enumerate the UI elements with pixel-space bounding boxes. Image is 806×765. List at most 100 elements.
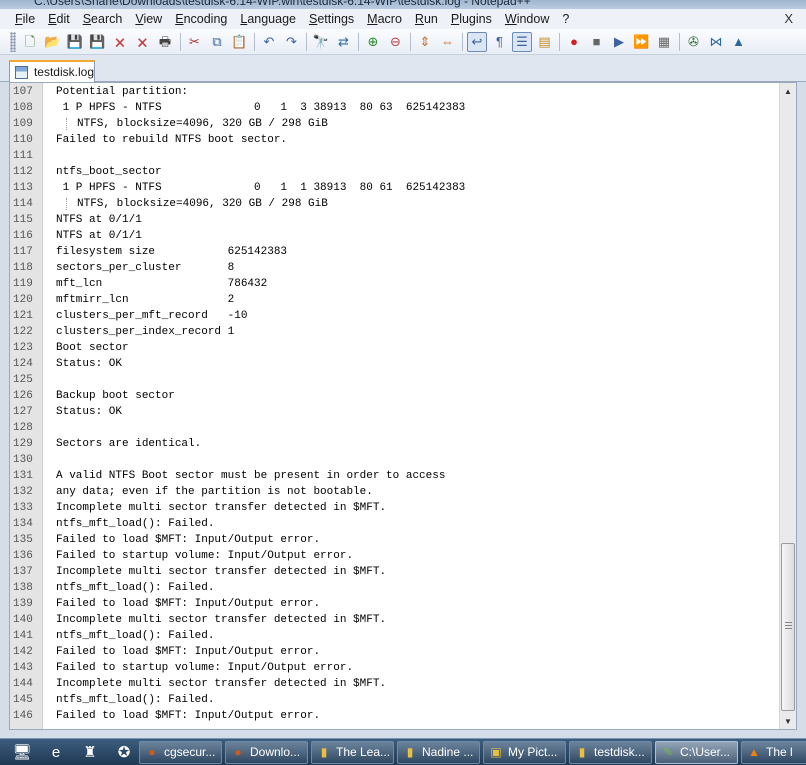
save-macro-button[interactable]: ▦ (654, 32, 674, 52)
menu-file[interactable]: File (15, 12, 35, 26)
save-button[interactable]: 💾 (65, 32, 85, 52)
editor-line[interactable]: 134 ntfs_mft_load(): Failed. (10, 516, 780, 532)
editor-line[interactable]: 120 mftmirr_lcn 2 (10, 292, 780, 308)
editor-line[interactable]: 129 Sectors are identical. (10, 436, 780, 452)
line-text[interactable]: clusters_per_mft_record -10 (43, 310, 247, 322)
editor-line[interactable]: 109 NTFS, blocksize=4096, 320 GB / 298 Gi… (10, 116, 780, 132)
menu-plugins[interactable]: Plugins (451, 12, 492, 26)
line-text[interactable]: A valid NTFS Boot sector must be present… (43, 470, 445, 482)
taskbar-button[interactable]: ● Downlo... (225, 740, 308, 764)
editor-line[interactable]: 111 (10, 148, 780, 164)
line-text[interactable]: Incomplete multi sector transfer detecte… (43, 678, 386, 690)
line-text[interactable]: Failed to startup volume: Input/Output e… (43, 662, 353, 674)
vertical-scrollbar[interactable]: ▲ ▼ (779, 83, 796, 729)
editor-line[interactable]: 115 NTFS at 0/1/1 (10, 212, 780, 228)
sync-horizontal-button[interactable]: ⇔ (438, 32, 458, 52)
replace-button[interactable]: ⇄ (334, 32, 354, 52)
editor-line[interactable]: 124 Status: OK (10, 356, 780, 372)
taskbar-button[interactable]: ✎ C:\User... (655, 740, 738, 764)
editor-line[interactable]: 114 NTFS, blocksize=4096, 320 GB / 298 Gi… (10, 196, 780, 212)
menu-help[interactable]: ? (562, 12, 569, 26)
line-text[interactable]: NTFS, blocksize=4096, 320 GB / 298 GiB (66, 198, 328, 210)
editor-line[interactable]: 131 A valid NTFS Boot sector must be pres… (10, 468, 780, 484)
sync-vertical-button[interactable]: ⇕ (415, 32, 435, 52)
editor[interactable]: 107 Potential partition: 108 1 P HPFS - NT… (9, 82, 797, 730)
editor-line[interactable]: 113 1 P HPFS - NTFS 0 1 1 38913 80 61 62… (10, 180, 780, 196)
scroll-up-arrow-icon[interactable]: ▲ (780, 83, 796, 99)
record-macro-button[interactable]: ● (564, 32, 584, 52)
line-text[interactable]: Failed to load $MFT: Input/Output error. (43, 534, 320, 546)
editor-line[interactable]: 142 Failed to load $MFT: Input/Output err… (10, 644, 780, 660)
editor-line[interactable]: 112 ntfs_boot_sector (10, 164, 780, 180)
line-text[interactable]: sectors_per_cluster 8 (43, 262, 234, 274)
undo-button[interactable]: ↶ (259, 32, 279, 52)
editor-line[interactable]: 127 Status: OK (10, 404, 780, 420)
stop-record-button[interactable]: ■ (587, 32, 607, 52)
run-multiple-button[interactable]: ⏩ (632, 32, 652, 52)
line-text[interactable]: Backup boot sector (43, 390, 175, 402)
editor-line[interactable]: 137 Incomplete multi sector transfer dete… (10, 564, 780, 580)
editor-line[interactable]: 123 Boot sector (10, 340, 780, 356)
find-button[interactable]: 🔭 (311, 32, 331, 52)
line-text[interactable]: Failed to rebuild NTFS boot sector. (43, 134, 287, 146)
close-button[interactable]: 🗙 (110, 32, 130, 52)
editor-line[interactable]: 107 Potential partition: (10, 84, 780, 100)
editor-line[interactable]: 138 ntfs_mft_load(): Failed. (10, 580, 780, 596)
editor-line[interactable]: 125 (10, 372, 780, 388)
text-area[interactable]: 107 Potential partition: 108 1 P HPFS - NT… (10, 84, 780, 724)
line-text[interactable]: NTFS at 0/1/1 (43, 214, 142, 226)
taskbar-button[interactable]: ▲ The l (741, 740, 806, 764)
line-text[interactable]: ntfs_mft_load(): Failed. (43, 630, 214, 642)
word-wrap-button[interactable]: ↩ (467, 31, 487, 52)
editor-line[interactable]: 122 clusters_per_index_record 1 (10, 324, 780, 340)
line-text[interactable]: Incomplete multi sector transfer detecte… (43, 566, 386, 578)
taskbar-button[interactable]: ▮ The Lea... (311, 740, 394, 764)
line-text[interactable]: Status: OK (43, 406, 122, 418)
line-text[interactable]: ntfs_mft_load(): Failed. (43, 518, 214, 530)
menu-view[interactable]: View (135, 12, 162, 26)
editor-line[interactable]: 140 Incomplete multi sector transfer dete… (10, 612, 780, 628)
editor-line[interactable]: 145 ntfs_mft_load(): Failed. (10, 692, 780, 708)
toolbar-grip[interactable] (10, 31, 16, 52)
line-text[interactable]: Status: OK (43, 358, 122, 370)
line-text[interactable]: ntfs_mft_load(): Failed. (43, 582, 214, 594)
menu-search[interactable]: Search (83, 12, 123, 26)
show-desktop-icon[interactable]: 🖥 (10, 741, 34, 763)
menu-run[interactable]: Run (415, 12, 438, 26)
menu-language[interactable]: Language (240, 12, 296, 26)
editor-line[interactable]: 118 sectors_per_cluster 8 (10, 260, 780, 276)
editor-line[interactable]: 139 Failed to load $MFT: Input/Output err… (10, 596, 780, 612)
line-text[interactable]: ntfs_mft_load(): Failed. (43, 694, 214, 706)
menu-settings[interactable]: Settings (309, 12, 354, 26)
menu-window[interactable]: Window (505, 12, 549, 26)
editor-line[interactable]: 135 Failed to load $MFT: Input/Output err… (10, 532, 780, 548)
indent-guide-button[interactable]: ☰ (512, 31, 532, 52)
plugin-3-button[interactable]: ▲ (729, 32, 749, 52)
line-text[interactable]: NTFS at 0/1/1 (43, 230, 142, 242)
new-file-button[interactable]: 🗋 (20, 32, 40, 52)
editor-line[interactable]: 110 Failed to rebuild NTFS boot sector. (10, 132, 780, 148)
app-icon[interactable]: ♜ (78, 741, 102, 763)
plugin-2-button[interactable]: ⋈ (706, 32, 726, 52)
editor-line[interactable]: 126 Backup boot sector (10, 388, 780, 404)
menu-macro[interactable]: Macro (367, 12, 402, 26)
paste-button[interactable]: 📋 (230, 32, 250, 52)
editor-line[interactable]: 146 Failed to load $MFT: Input/Output err… (10, 708, 780, 724)
open-file-button[interactable]: 📂 (43, 32, 63, 52)
editor-line[interactable]: 143 Failed to startup volume: Input/Outpu… (10, 660, 780, 676)
close-all-button[interactable]: 🗙 (133, 32, 153, 52)
editor-line[interactable]: 121 clusters_per_mft_record -10 (10, 308, 780, 324)
editor-line[interactable]: 116 NTFS at 0/1/1 (10, 228, 780, 244)
zoom-in-button[interactable]: ⊕ (363, 32, 383, 52)
menu-encoding[interactable]: Encoding (175, 12, 227, 26)
line-text[interactable]: mftmirr_lcn 2 (43, 294, 234, 306)
close-document-button[interactable]: X (784, 11, 793, 26)
line-text[interactable]: ntfs_boot_sector (43, 166, 162, 178)
zoom-out-button[interactable]: ⊖ (386, 32, 406, 52)
editor-line[interactable]: 136 Failed to startup volume: Input/Outpu… (10, 548, 780, 564)
line-text[interactable]: Failed to load $MFT: Input/Output error. (43, 598, 320, 610)
line-text[interactable]: Incomplete multi sector transfer detecte… (43, 614, 386, 626)
line-text[interactable]: clusters_per_index_record 1 (43, 326, 234, 338)
menu-edit[interactable]: Edit (48, 12, 70, 26)
editor-line[interactable]: 132 any data; even if the partition is no… (10, 484, 780, 500)
